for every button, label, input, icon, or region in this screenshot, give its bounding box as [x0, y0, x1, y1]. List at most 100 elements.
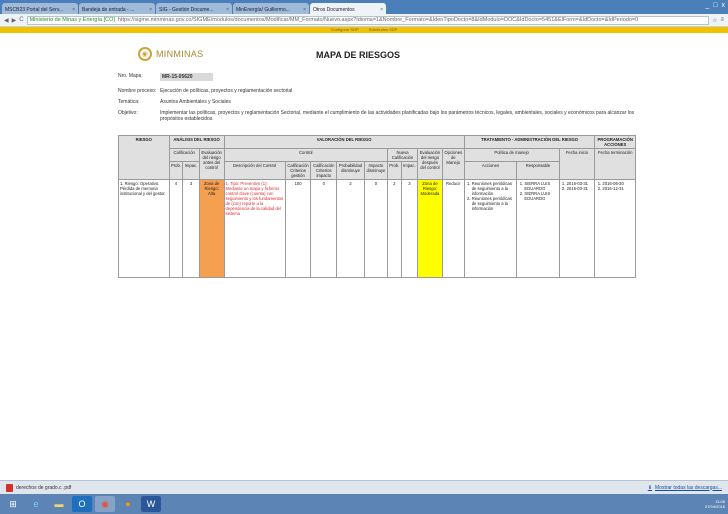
meta-value: Implementar las políticas, proyectos y r…	[160, 110, 635, 122]
cell-evaluacion-despues-zone: Zona de Riesgo: Moderada	[417, 179, 443, 278]
close-icon[interactable]: ×	[380, 7, 383, 13]
header-opciones: Opciones de Manejo	[441, 148, 465, 180]
firefox-icon[interactable]: ●	[118, 496, 138, 512]
forward-icon[interactable]: ▶	[12, 17, 17, 24]
pdf-file-icon	[6, 483, 13, 492]
cell-riesgo: 1. Riesgo: Operativo. Pérdida de memoria…	[118, 179, 170, 278]
header-calificacion: Calificación	[168, 148, 200, 162]
header-imp-disminuye: Impacto disminuye	[363, 161, 388, 180]
meta-proceso: Nombre proceso: Ejecución de políticas, …	[118, 88, 292, 94]
show-all-downloads-link[interactable]: ⬇ Mostrar todas las descargas...	[648, 485, 722, 491]
header-analisis: ANÁLISIS DEL RIESGO	[168, 135, 225, 149]
list-item: SIERRA LUIS EDUARDO	[524, 181, 557, 191]
cell-impact2: 3	[400, 179, 419, 278]
download-item[interactable]: derechos de grado.c .pdf	[6, 483, 72, 492]
cell-responsable: SIERRA LUIS EDUARDO SIERRA LUIS EDUARDO	[516, 179, 560, 278]
back-icon[interactable]: ◀	[4, 17, 9, 24]
tab-inbox[interactable]: Bandeja de entrada - ... ×	[79, 3, 155, 14]
header-impact: Impac.	[182, 161, 200, 180]
header-prob2: Prob.	[386, 161, 402, 180]
tab-label: Bandeja de entrada - ...	[82, 7, 135, 13]
header-nueva-calificacion: Nueva Calificación	[386, 148, 419, 162]
url-input[interactable]: Ministerio de Minas y Energía [CO] https…	[26, 15, 710, 25]
header-politica: Política de manejo	[463, 148, 560, 162]
header-tratamiento: TRATAMIENTO - ADMINISTRACIÓN DEL RIESGO	[463, 135, 596, 149]
tab-otros-documentos[interactable]: Otros Documentos ×	[310, 3, 386, 14]
cell-fecha-terminacion: 2016-06-30 2016-12-31	[594, 179, 636, 278]
header-programacion: PROGRAMACIÓN ACCIONES	[594, 135, 636, 149]
chrome-icon[interactable]: ◉	[95, 496, 115, 512]
reload-icon[interactable]: C	[19, 17, 23, 23]
close-icon[interactable]: ×	[303, 7, 306, 13]
list-item: Reuniones periódicas de seguimiento a la…	[472, 196, 516, 211]
window-controls: _ □ x	[705, 2, 725, 9]
file-explorer-icon[interactable]: ▬	[49, 496, 69, 512]
table-row: 1. Riesgo: Operativo. Pérdida de memoria…	[118, 179, 636, 278]
header-prob-disminuye: Probabilidad disminuye	[336, 161, 365, 180]
ie-icon[interactable]: e	[26, 496, 46, 512]
header-prob: Prob.	[168, 161, 184, 180]
cell-prob-disminuye: 2	[336, 179, 365, 278]
list-item: SIERRA LUIS EDUARDO	[524, 191, 557, 201]
browser-tab-strip: MSCB23 Portal del Serv... × Bandeja de en…	[0, 0, 728, 14]
tab-label: MinEnergía/ Guillermo...	[236, 7, 290, 13]
maximize-icon[interactable]: □	[713, 2, 717, 9]
header-calif-gestion: Calificación Criterios gestión	[284, 161, 312, 180]
header-responsable: Responsable	[516, 161, 560, 180]
meta-label: Nombre proceso:	[118, 88, 157, 94]
cell-evaluacion-zone: Zona de Riesgo: Alta	[198, 179, 225, 278]
show-all-label: Mostrar todas las descargas...	[655, 484, 722, 491]
cell-calif-gestion: 100	[284, 179, 312, 278]
meta-nro: Nro. Mapa: MR-15-05620	[118, 73, 213, 81]
close-icon[interactable]: ×	[72, 7, 75, 13]
header-riesgo: RIESGO	[118, 135, 170, 180]
cell-impact: 3	[182, 179, 200, 278]
cell-fecha-inicio: 2016-03-31 2016-03-31	[558, 179, 596, 278]
start-button[interactable]: ⊞	[3, 496, 23, 512]
download-arrow-icon: ⬇	[647, 484, 653, 491]
address-bar: ◀ ▶ C Ministerio de Minas y Energía [CO]…	[0, 14, 728, 27]
tab-sig[interactable]: SIG - Gestión Docume... ×	[156, 3, 232, 14]
close-icon[interactable]: ×	[149, 7, 152, 13]
meta-objetivo: Objetivo: Implementar las políticas, pro…	[118, 110, 650, 122]
tab-label: MSCB23 Portal del Serv...	[5, 7, 63, 13]
tab-minenergia[interactable]: MinEnergía/ Guillermo... ×	[233, 3, 309, 14]
system-tray-clock[interactable]: 11:08 07/04/2016	[705, 499, 725, 509]
url-text: https://sigme.minminas.gov.co/SIGME/modu…	[117, 17, 639, 23]
download-filename: derechos de grado.c .pdf	[16, 484, 72, 491]
list-item: 2016-12-31	[602, 186, 634, 191]
header-evaluacion: Evaluación del riesgo antes del control	[198, 148, 225, 180]
minimize-icon[interactable]: _	[705, 2, 709, 9]
cell-calif-impacto: 0	[310, 179, 338, 278]
close-window-icon[interactable]: x	[722, 2, 726, 9]
word-icon[interactable]: W	[141, 496, 161, 512]
list-item: Reuniones periódicas de seguimiento a la…	[472, 181, 516, 196]
header-evaluacion-despues: Evaluación del riesgo después del contro…	[417, 148, 443, 180]
site-identity[interactable]: Ministerio de Minas y Energía [CO]	[30, 17, 115, 23]
meta-value: Ejecución de políticas, proyectos y regl…	[160, 88, 293, 94]
close-icon[interactable]: ×	[226, 7, 229, 13]
cell-acciones: Reuniones periódicas de seguimiento a la…	[463, 179, 518, 278]
header-fecha-terminacion: Fecha terminación	[594, 148, 636, 180]
logo-text: MINMINAS	[156, 49, 204, 59]
meta-value: Asuntos Ambientales y Sociales	[160, 99, 231, 105]
cell-prob2: 2	[386, 179, 402, 278]
menu-icon[interactable]: ≡	[720, 17, 724, 23]
cell-control-description: 1. Tipo: Preventivo (1): Mediante un map…	[223, 179, 286, 278]
cell-opcion: Reducir	[441, 179, 465, 278]
header-acciones: Acciones	[463, 161, 518, 180]
minminas-logo: ◉ MINMINAS	[138, 47, 203, 61]
tab-label: SIG - Gestión Docume...	[159, 7, 214, 13]
cell-prob: 4	[168, 179, 184, 278]
star-icon[interactable]: ☆	[712, 17, 717, 24]
meta-label: Objetivo:	[118, 110, 138, 116]
cell-imp-disminuye: 0	[363, 179, 388, 278]
header-calif-impacto: Calificación Criterios impacto	[310, 161, 338, 180]
outlook-icon[interactable]: O	[72, 496, 92, 512]
header-control: Control	[223, 148, 388, 162]
tab-portal[interactable]: MSCB23 Portal del Serv... ×	[2, 3, 78, 14]
tab-label: Otros Documentos	[313, 7, 355, 13]
meta-value: MR-15-05620	[160, 73, 213, 81]
meta-label: Temática:	[118, 99, 140, 105]
downloads-bar: derechos de grado.c .pdf ⬇ Mostrar todas…	[0, 480, 728, 494]
